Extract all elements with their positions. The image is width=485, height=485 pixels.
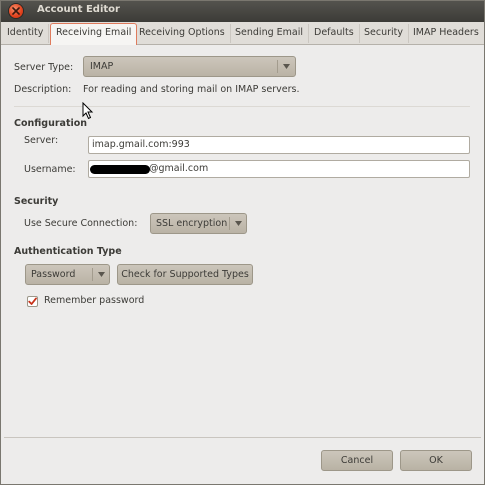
description-value: For reading and storing mail on IMAP ser… — [83, 84, 300, 95]
tab-defaults[interactable]: Defaults — [309, 24, 360, 43]
tab-receiving-options[interactable]: Receiving Options — [134, 24, 231, 43]
chevron-down-icon — [283, 64, 290, 69]
secure-connection-value: SSL encryption — [156, 218, 228, 229]
close-button[interactable] — [9, 4, 23, 18]
tab-security[interactable]: Security — [359, 24, 410, 43]
combo-separator — [229, 217, 230, 230]
username-value: @gmail.com — [149, 163, 209, 174]
tab-receiving-email[interactable]: Receiving Email — [50, 23, 138, 45]
authentication-type-heading: Authentication Type — [14, 246, 122, 257]
secure-connection-select[interactable]: SSL encryption — [150, 213, 247, 234]
check-supported-types-button[interactable]: Check for Supported Types — [117, 264, 253, 285]
server-input[interactable]: imap.gmail.com:993 — [88, 136, 470, 154]
configuration-heading: Configuration — [14, 118, 88, 129]
server-type-label: Server Type: — [14, 62, 74, 73]
description-label: Description: — [14, 84, 72, 95]
title-bar[interactable]: Account Editor — [0, 0, 485, 22]
tab-sending-email[interactable]: Sending Email — [230, 24, 309, 43]
window-title: Account Editor — [37, 4, 120, 15]
server-type-value: IMAP — [90, 61, 114, 72]
close-icon — [12, 7, 20, 15]
server-type-select[interactable]: IMAP — [83, 56, 296, 77]
checkmark-icon — [28, 297, 37, 305]
secure-connection-label: Use Secure Connection: — [24, 218, 138, 229]
chevron-down-icon — [98, 272, 105, 277]
username-label: Username: — [24, 164, 76, 175]
server-value: imap.gmail.com:993 — [92, 139, 190, 150]
authentication-type-select[interactable]: Password — [25, 264, 110, 285]
account-editor-window: Account Editor Identity Receiving Email … — [0, 0, 485, 485]
tab-imap-headers[interactable]: IMAP Headers — [408, 24, 484, 43]
tab-identity[interactable]: Identity — [2, 24, 50, 43]
redaction-mark — [90, 165, 150, 174]
remember-password-label: Remember password — [44, 295, 145, 306]
security-heading: Security — [14, 196, 59, 207]
combo-separator — [92, 268, 93, 281]
server-label: Server: — [24, 135, 59, 146]
chevron-down-icon — [235, 221, 242, 226]
ok-button[interactable]: OK — [400, 450, 472, 471]
footer-divider — [4, 437, 481, 438]
authentication-type-value: Password — [31, 269, 76, 280]
tab-bar: Identity Receiving Email Receiving Optio… — [0, 22, 485, 45]
combo-separator — [277, 60, 278, 73]
cancel-button[interactable]: Cancel — [321, 450, 393, 471]
remember-password-checkbox[interactable] — [27, 296, 38, 307]
